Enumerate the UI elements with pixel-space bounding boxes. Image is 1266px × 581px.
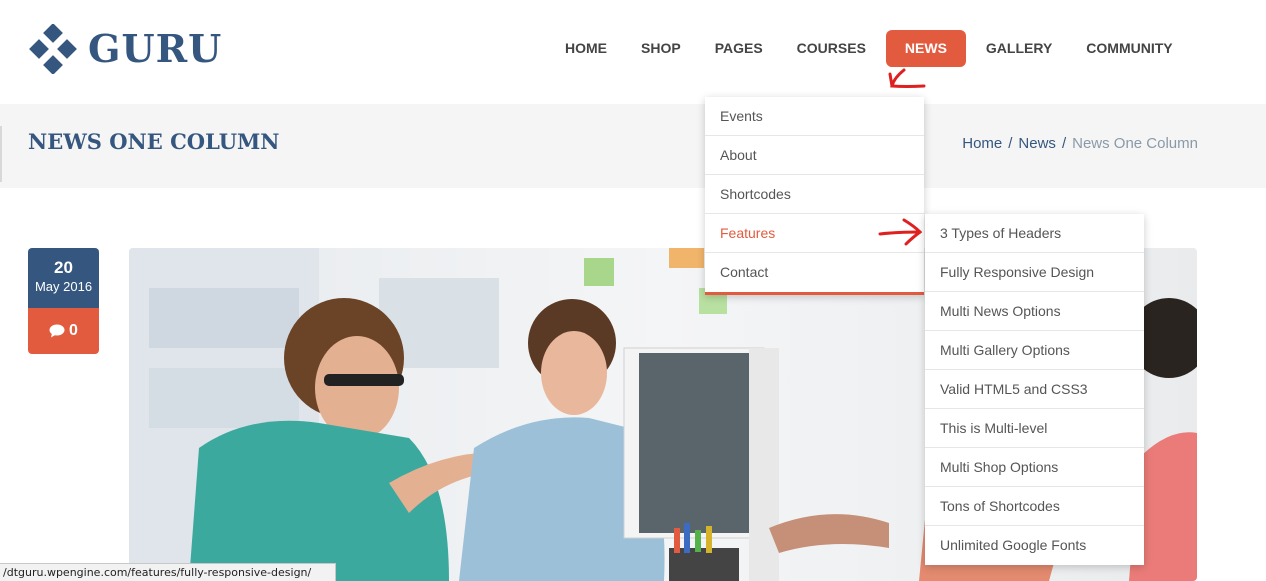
annotation-arrow-icon: [888, 68, 926, 88]
submenu-item[interactable]: Fully Responsive Design: [925, 253, 1144, 292]
comment-count[interactable]: 0: [28, 308, 99, 354]
submenu-item[interactable]: Multi Shop Options: [925, 448, 1144, 487]
nav-home[interactable]: HOME: [548, 30, 624, 67]
breadcrumb-home[interactable]: Home: [962, 135, 1002, 152]
site-logo[interactable]: GURU: [28, 24, 222, 74]
logo-diamond-icon: [29, 24, 77, 74]
submenu-item[interactable]: Tons of Shortcodes: [925, 487, 1144, 526]
breadcrumb-separator: /: [1008, 135, 1013, 152]
submenu-item[interactable]: This is Multi-level: [925, 409, 1144, 448]
title-bar-divider: [0, 126, 2, 182]
submenu-item[interactable]: 3 Types of Headers: [925, 214, 1144, 253]
nav-courses[interactable]: COURSES: [780, 30, 883, 67]
status-bar-url: /dtguru.wpengine.com/features/fully-resp…: [0, 563, 336, 581]
nav-gallery[interactable]: GALLERY: [969, 30, 1069, 67]
submenu-item[interactable]: Multi News Options: [925, 292, 1144, 331]
features-submenu: 3 Types of Headers Fully Responsive Desi…: [925, 214, 1144, 565]
breadcrumb-news[interactable]: News: [1018, 135, 1056, 152]
page-title: NEWS ONE COLUMN: [28, 129, 280, 154]
speech-bubble-icon: [49, 324, 65, 338]
nav-shop[interactable]: SHOP: [624, 30, 698, 67]
menu-item-contact[interactable]: Contact: [705, 253, 924, 292]
breadcrumb-current: News One Column: [1072, 135, 1198, 152]
submenu-item[interactable]: Unlimited Google Fonts: [925, 526, 1144, 565]
nav-community[interactable]: COMMUNITY: [1069, 30, 1189, 67]
main-nav: HOME SHOP PAGES COURSES NEWS GALLERY COM…: [548, 30, 1190, 67]
post-date-badge: 20 May 2016 0: [28, 248, 99, 354]
menu-item-shortcodes[interactable]: Shortcodes: [705, 175, 924, 214]
site-header: GURU HOME SHOP PAGES COURSES NEWS GALLER…: [0, 0, 1266, 104]
nav-pages[interactable]: PAGES: [698, 30, 780, 67]
news-dropdown-menu: Events About Shortcodes Features Contact: [705, 97, 924, 295]
comment-count-value: 0: [69, 322, 78, 339]
post-month-year: May 2016: [34, 279, 93, 294]
nav-news[interactable]: NEWS: [885, 30, 966, 67]
logo-text: GURU: [88, 26, 223, 71]
submenu-item[interactable]: Multi Gallery Options: [925, 331, 1144, 370]
menu-item-about[interactable]: About: [705, 136, 924, 175]
breadcrumb: Home / News / News One Column: [962, 135, 1198, 152]
post-date: 20 May 2016: [28, 248, 99, 308]
annotation-arrow-icon: [878, 218, 923, 246]
breadcrumb-separator: /: [1061, 135, 1067, 152]
post-day: 20: [54, 258, 73, 277]
submenu-item[interactable]: Valid HTML5 and CSS3: [925, 370, 1144, 409]
menu-item-events[interactable]: Events: [705, 97, 924, 136]
